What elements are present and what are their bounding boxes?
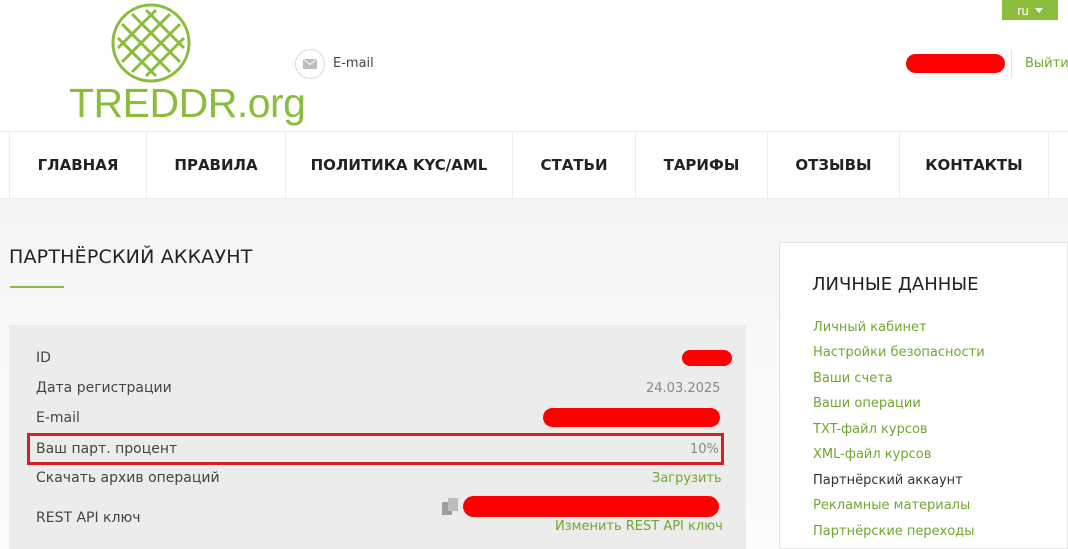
- partner-percent-value: 10%: [690, 442, 719, 457]
- email-link[interactable]: E-mail: [333, 56, 374, 71]
- logo-text: TREDDR.org: [69, 80, 306, 126]
- sidebar-link-txt-rates[interactable]: TXT-файл курсов: [813, 422, 928, 437]
- sidebar-link-accounts[interactable]: Ваши счета: [813, 371, 893, 386]
- sidebar-link-partner-account[interactable]: Партнёрский аккаунт: [813, 473, 963, 488]
- main-nav: ГЛАВНАЯ ПРАВИЛА ПОЛИТИКА KYC/AML СТАТЬИ …: [0, 131, 1068, 199]
- username-redacted: [906, 54, 1005, 73]
- nav-tariffs[interactable]: ТАРИФЫ: [635, 132, 767, 198]
- email-row-label: E-mail: [36, 410, 80, 426]
- nav-home[interactable]: ГЛАВНАЯ: [9, 132, 146, 198]
- api-key-redacted: [463, 496, 719, 517]
- partner-percent-label: Ваш парт. процент: [36, 441, 178, 457]
- header-divider: [1011, 50, 1012, 78]
- site-logo[interactable]: TREDDR.org: [66, 2, 306, 130]
- logout-link[interactable]: Выйти: [1025, 56, 1068, 71]
- copy-icon[interactable]: [441, 497, 461, 517]
- nav-contacts[interactable]: КОНТАКТЫ: [899, 132, 1049, 198]
- change-api-key-link[interactable]: Изменить REST API ключ: [555, 519, 723, 534]
- reg-date-value: 24.03.2025: [646, 381, 721, 396]
- archive-download-link[interactable]: Загрузить: [652, 471, 722, 486]
- sidebar-link-operations[interactable]: Ваши операции: [813, 396, 921, 411]
- email-value-redacted: [543, 408, 720, 427]
- sidebar-link-xml-rates[interactable]: XML-файл курсов: [813, 447, 931, 462]
- sidebar-link-partner-clicks[interactable]: Партнёрские переходы: [813, 524, 975, 539]
- nav-rules[interactable]: ПРАВИЛА: [146, 132, 285, 198]
- sidebar-link-promo-materials[interactable]: Рекламные материалы: [813, 498, 970, 513]
- archive-label: Скачать архив операций: [36, 470, 220, 486]
- api-key-label: REST API ключ: [36, 510, 141, 526]
- language-label: ru: [1017, 2, 1029, 18]
- page-title: ПАРТНЁРСКИЙ АККАУНТ: [9, 246, 253, 268]
- id-label: ID: [36, 350, 51, 366]
- sidebar-link-security[interactable]: Настройки безопасности: [813, 345, 985, 360]
- title-underline: [10, 286, 64, 288]
- caret-down-icon: [1034, 7, 1043, 13]
- nav-articles[interactable]: СТАТЬИ: [512, 132, 635, 198]
- reg-date-label: Дата регистрации: [36, 380, 172, 396]
- nav-reviews[interactable]: ОТЗЫВЫ: [767, 132, 899, 198]
- logo-knot-icon: [111, 3, 191, 83]
- language-selector[interactable]: ru: [1002, 0, 1058, 20]
- nav-kyc-aml[interactable]: ПОЛИТИКА KYC/AML: [285, 132, 512, 198]
- sidebar-link-dashboard[interactable]: Личный кабинет: [813, 320, 927, 335]
- id-value-redacted: [682, 350, 732, 366]
- sidebar-title: ЛИЧНЫЕ ДАННЫЕ: [812, 274, 979, 295]
- email-icon[interactable]: [295, 49, 325, 79]
